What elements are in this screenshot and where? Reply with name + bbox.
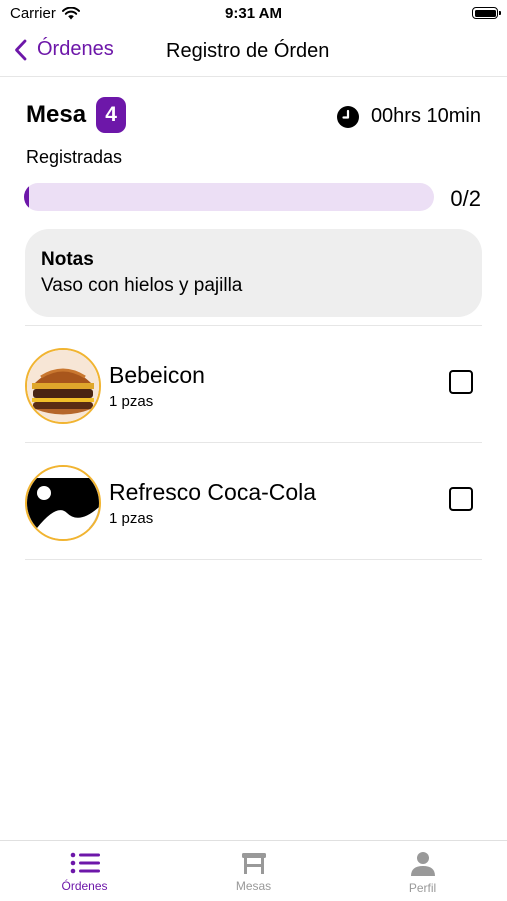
- registered-label: Registradas: [26, 147, 123, 167]
- notes-text: Vaso con hielos y pajilla: [41, 275, 243, 296]
- divider: [25, 559, 482, 560]
- burger-photo: [25, 348, 101, 424]
- page-title: Registro de Órden: [166, 40, 330, 62]
- mesa-number-badge: 4: [96, 97, 127, 133]
- elapsed-time: 00hrs 10min: [370, 105, 481, 127]
- mesa-header: Mesa 4: [26, 97, 127, 133]
- progress-count: 0/2: [450, 186, 481, 211]
- notes-title: Notas: [41, 249, 94, 270]
- navigation-bar: Órdenes Registro de Órden: [0, 28, 507, 77]
- tab-perfil[interactable]: Perfil: [338, 841, 507, 901]
- tab-bar: Órdenes Mesas Perfil: [0, 840, 507, 901]
- notes-card: Notas Vaso con hielos y pajilla: [25, 229, 482, 317]
- progress-bar: [24, 183, 434, 211]
- progress-bar-fill: [24, 183, 29, 211]
- tab-label: Órdenes: [61, 879, 108, 893]
- elapsed-timer: 00hrs 10min: [336, 105, 481, 128]
- item-checkbox[interactable]: [449, 487, 473, 511]
- tab-label: Perfil: [408, 881, 437, 895]
- tab-ordenes[interactable]: Órdenes: [0, 841, 169, 901]
- chevron-left-icon: [15, 39, 27, 60]
- back-button[interactable]: Órdenes: [14, 38, 114, 61]
- status-bar: Carrier 9:31 AM: [0, 0, 507, 28]
- item-quantity: 1 pzas: [109, 393, 154, 410]
- table-icon: [241, 853, 266, 874]
- clock-icon: [336, 105, 359, 128]
- tab-mesas[interactable]: Mesas: [169, 841, 338, 901]
- placeholder-image-icon: [25, 465, 101, 541]
- list-icon: [70, 852, 100, 874]
- battery-icon: [472, 7, 501, 19]
- tab-label: Mesas: [235, 879, 272, 893]
- item-quantity: 1 pzas: [109, 510, 154, 527]
- list-item: Refresco Coca-Cola 1 pzas: [25, 443, 482, 559]
- item-name: Bebeicon: [109, 362, 205, 388]
- person-icon: [410, 852, 435, 876]
- clock: 9:31 AM: [225, 5, 282, 22]
- item-checkbox[interactable]: [449, 370, 473, 394]
- item-name: Refresco Coca-Cola: [109, 479, 317, 505]
- mesa-label: Mesa: [26, 101, 87, 128]
- back-button-label: Órdenes: [37, 38, 114, 60]
- list-item: Bebeicon 1 pzas: [25, 326, 482, 442]
